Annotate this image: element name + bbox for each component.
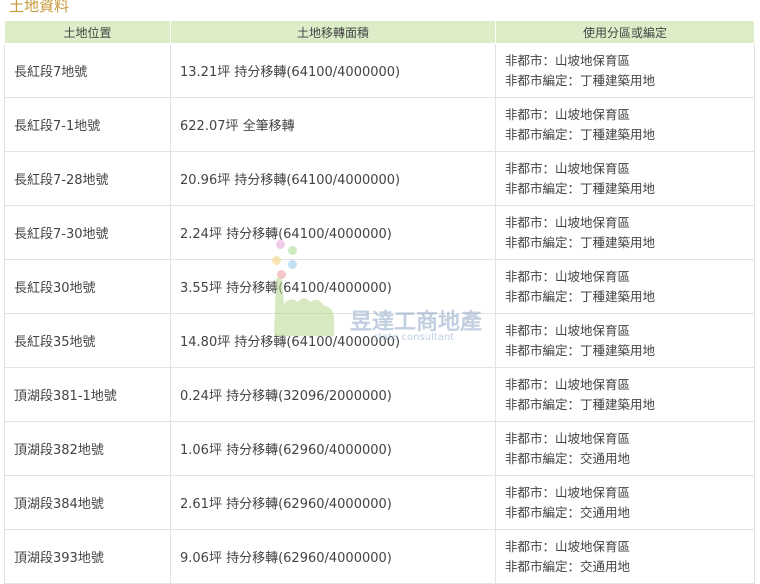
cell-area: 622.07坪 全筆移轉: [170, 97, 496, 152]
cell-location: 頂湖段382地號: [4, 421, 171, 476]
cell-zoning: 非都市：山坡地保育區非都市編定：丁種建築用地: [495, 151, 755, 206]
cell-zoning: 非都市：山坡地保育區非都市編定：丁種建築用地: [495, 205, 755, 260]
table-header-row: 土地位置 土地移轉面積 使用分區或編定: [4, 20, 755, 44]
zone-line: 非都市編定：丁種建築用地: [505, 288, 656, 304]
cell-location: 長紅段35地號: [4, 313, 171, 368]
cell-location: 頂湖段393地號: [4, 529, 171, 584]
cell-location: 頂湖段384地號: [4, 475, 171, 530]
zone-line: 非都市編定：丁種建築用地: [505, 72, 656, 88]
zone-line: 非都市編定：丁種建築用地: [505, 234, 656, 250]
cell-area: 2.24坪 持分移轉(64100/4000000): [170, 205, 496, 260]
zone-line: 非都市：山坡地保育區: [505, 430, 631, 446]
zone-line: 非都市編定：丁種建築用地: [505, 180, 656, 196]
cell-location: 長紅段7-1地號: [4, 97, 171, 152]
cell-area: 1.06坪 持分移轉(62960/4000000): [170, 421, 496, 476]
table-row: 頂湖段384地號 2.61坪 持分移轉(62960/4000000) 非都市：山…: [4, 475, 755, 530]
cell-area: 2.61坪 持分移轉(62960/4000000): [170, 475, 496, 530]
zone-line: 非都市：山坡地保育區: [505, 484, 631, 500]
zone-line: 非都市：山坡地保育區: [505, 268, 631, 284]
cell-area: 0.24坪 持分移轉(32096/2000000): [170, 367, 496, 422]
table-row: 頂湖段382地號 1.06坪 持分移轉(62960/4000000) 非都市：山…: [4, 421, 755, 476]
zone-line: 非都市：山坡地保育區: [505, 160, 631, 176]
zone-line: 非都市編定：丁種建築用地: [505, 126, 656, 142]
zone-line: 非都市編定：交通用地: [505, 504, 631, 520]
cell-location: 長紅段7-28地號: [4, 151, 171, 206]
cell-location: 長紅段7地號: [4, 43, 171, 98]
table-row: 長紅段7-30地號 2.24坪 持分移轉(64100/4000000) 非都市：…: [4, 205, 755, 260]
cell-location: 長紅段7-30地號: [4, 205, 171, 260]
cell-area: 14.80坪 持分移轉(64100/4000000): [170, 313, 496, 368]
cell-zoning: 非都市：山坡地保育區非都市編定：丁種建築用地: [495, 313, 755, 368]
cell-area: 3.55坪 持分移轉(64100/4000000): [170, 259, 496, 314]
cell-zoning: 非都市：山坡地保育區 非都市編定：交通用地: [495, 421, 755, 476]
cell-zoning: 非都市：山坡地保育區非都市編定：丁種建築用地: [495, 259, 755, 314]
cell-location: 頂湖段381-1地號: [4, 367, 171, 422]
table-row: 長紅段30地號 3.55坪 持分移轉(64100/4000000) 非都市：山坡…: [4, 259, 755, 314]
zone-line: 非都市：山坡地保育區: [505, 52, 631, 68]
land-data-table: 土地位置 土地移轉面積 使用分區或編定 長紅段7地號 13.21坪 持分移轉(6…: [4, 20, 755, 584]
zone-line: 非都市：山坡地保育區: [505, 538, 631, 554]
table-row: 長紅段7-1地號 622.07坪 全筆移轉 非都市：山坡地保育區非都市編定：丁種…: [4, 97, 755, 152]
cell-area: 13.21坪 持分移轉(64100/4000000): [170, 43, 496, 98]
section-title: 土地資料: [9, 0, 70, 15]
cell-zoning: 非都市：山坡地保育區非都市編定：丁種建築用地: [495, 97, 755, 152]
zone-line: 非都市編定：丁種建築用地: [505, 342, 656, 358]
zone-line: 非都市：山坡地保育區: [505, 376, 631, 392]
cell-location: 長紅段30地號: [4, 259, 171, 314]
cell-zoning: 非都市：山坡地保育區非都市編定：丁種建築用地: [495, 43, 755, 98]
header-zoning: 使用分區或編定: [495, 20, 755, 44]
table-row: 頂湖段381-1地號 0.24坪 持分移轉(32096/2000000) 非都市…: [4, 367, 755, 422]
header-location: 土地位置: [4, 20, 171, 44]
zone-line: 非都市：山坡地保育區: [505, 106, 631, 122]
zone-line: 非都市編定：交通用地: [505, 558, 631, 574]
table-row: 長紅段7地號 13.21坪 持分移轉(64100/4000000) 非都市：山坡…: [4, 43, 755, 98]
cell-zoning: 非都市：山坡地保育區非都市編定：丁種建築用地: [495, 367, 755, 422]
cell-area: 9.06坪 持分移轉(62960/4000000): [170, 529, 496, 584]
table-row: 頂湖段393地號 9.06坪 持分移轉(62960/4000000) 非都市：山…: [4, 529, 755, 584]
table-row: 長紅段35地號 14.80坪 持分移轉(64100/4000000) 非都市：山…: [4, 313, 755, 368]
cell-zoning: 非都市：山坡地保育區 非都市編定：交通用地: [495, 529, 755, 584]
cell-area: 20.96坪 持分移轉(64100/4000000): [170, 151, 496, 206]
table-row: 長紅段7-28地號 20.96坪 持分移轉(64100/4000000) 非都市…: [4, 151, 755, 206]
zone-line: 非都市：山坡地保育區: [505, 214, 631, 230]
cell-zoning: 非都市：山坡地保育區 非都市編定：交通用地: [495, 475, 755, 530]
header-area: 土地移轉面積: [170, 20, 496, 44]
zone-line: 非都市：山坡地保育區: [505, 322, 631, 338]
zone-line: 非都市編定：丁種建築用地: [505, 396, 656, 412]
zone-line: 非都市編定：交通用地: [505, 450, 631, 466]
